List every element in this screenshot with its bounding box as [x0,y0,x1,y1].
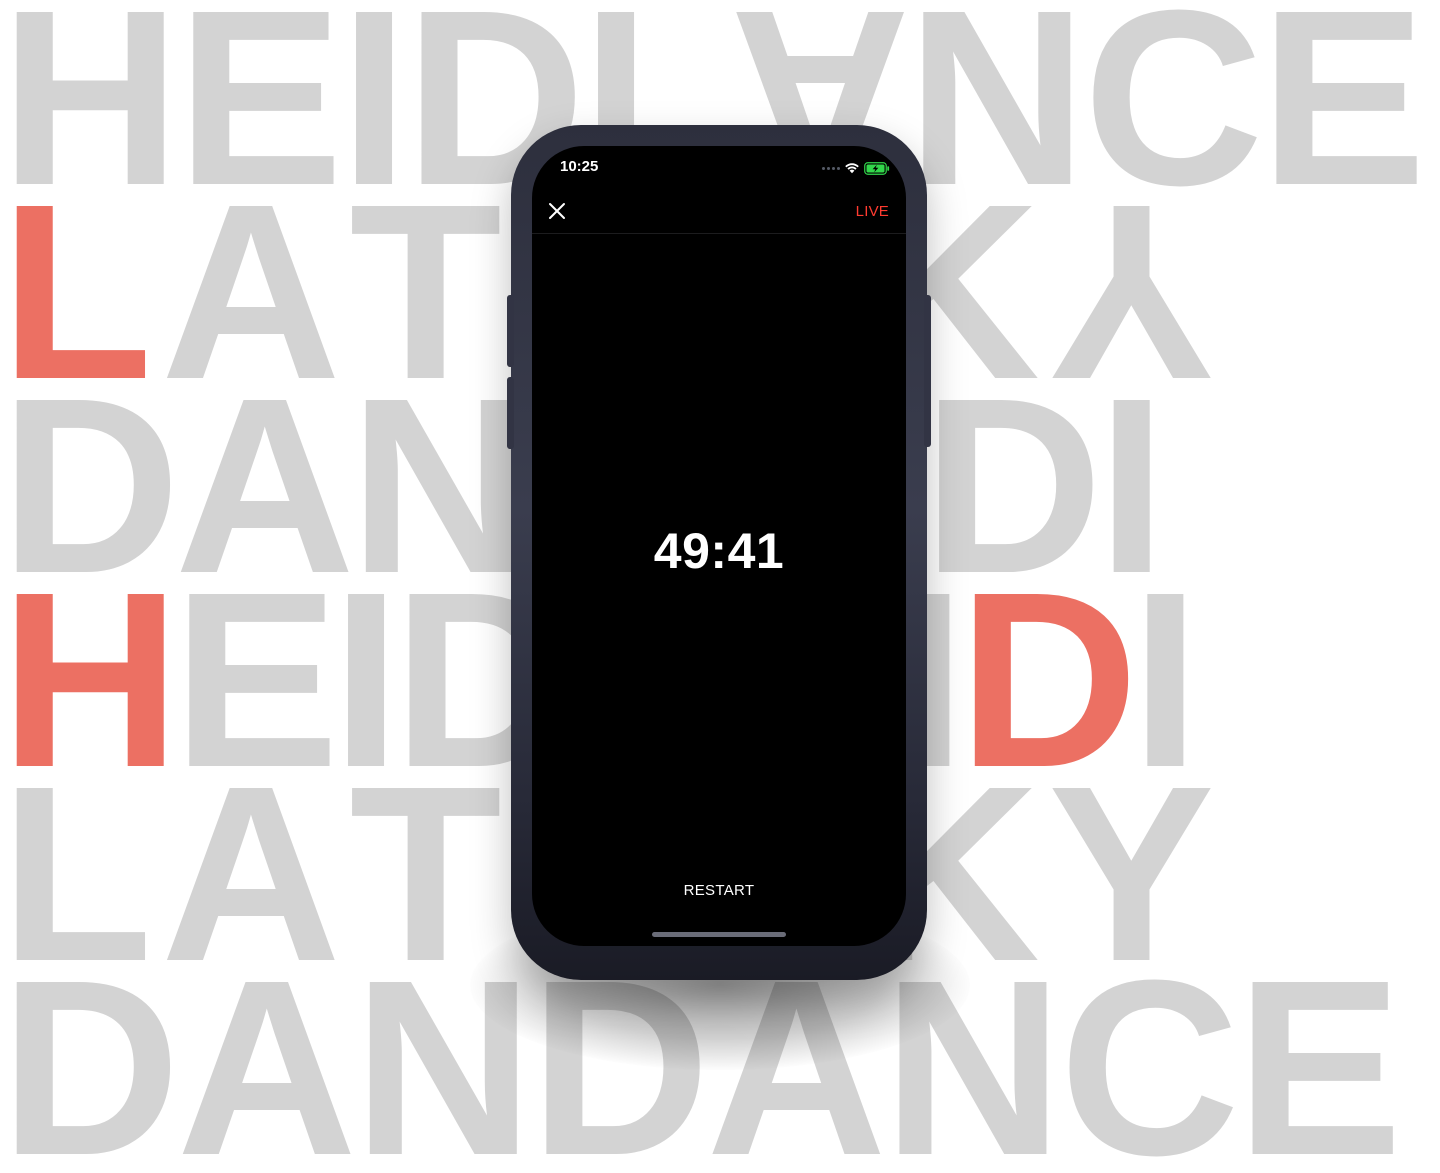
volume-down-button [507,377,514,449]
nav-bar: LIVE [532,190,906,234]
close-icon [549,203,565,219]
background-letter: H [0,582,181,776]
background-letter: I [331,582,401,776]
background-letter: D [958,582,1139,776]
battery-charging-icon [864,161,890,175]
restart-button[interactable]: RESTART [669,878,769,902]
countdown-timer: 49:41 [653,523,785,579]
wifi-icon [845,163,859,174]
status-time: 10:25 [560,158,599,175]
live-badge: LIVE [855,203,889,220]
background-letter: C [1059,970,1240,1164]
power-button [924,295,931,447]
background-letter: N [906,0,1088,194]
background-letter: D [0,388,181,582]
background-letter: E [1235,970,1403,1164]
background-letter: H [0,0,181,194]
background-letter: T [349,776,510,970]
background-letter: Y [1048,776,1223,970]
background-letter: T [349,194,510,388]
background-letter: L [0,776,161,970]
stage: HEIDLANCE LATSSKY DANHEIDI HEIDHEIDI LAT… [0,0,1440,1173]
home-indicator[interactable] [652,932,786,937]
close-button[interactable] [542,196,572,226]
background-letter: I [1130,582,1201,776]
volume-up-button [507,295,514,367]
background-letter: Y [1048,194,1223,388]
background-letter: E [176,0,344,194]
background-letter: L [0,194,161,388]
cellular-dots-icon [822,166,840,170]
background-letter: D [922,388,1103,582]
background-letter: I [339,0,408,194]
status-icons [822,160,890,176]
background-letter: A [160,776,350,970]
background-letter: E [1259,0,1427,194]
background-letter: A [160,194,350,388]
background-letter: D [0,970,181,1164]
background-letter: C [1083,0,1264,194]
background-letter: A [174,388,356,582]
background-letter: E [172,582,340,776]
background-letter: A [176,970,358,1164]
phone-screen: 10:25 LIVE 49:41 RESTART [532,146,906,946]
background-letter: I [1096,388,1167,582]
background-letter: N [349,388,530,582]
